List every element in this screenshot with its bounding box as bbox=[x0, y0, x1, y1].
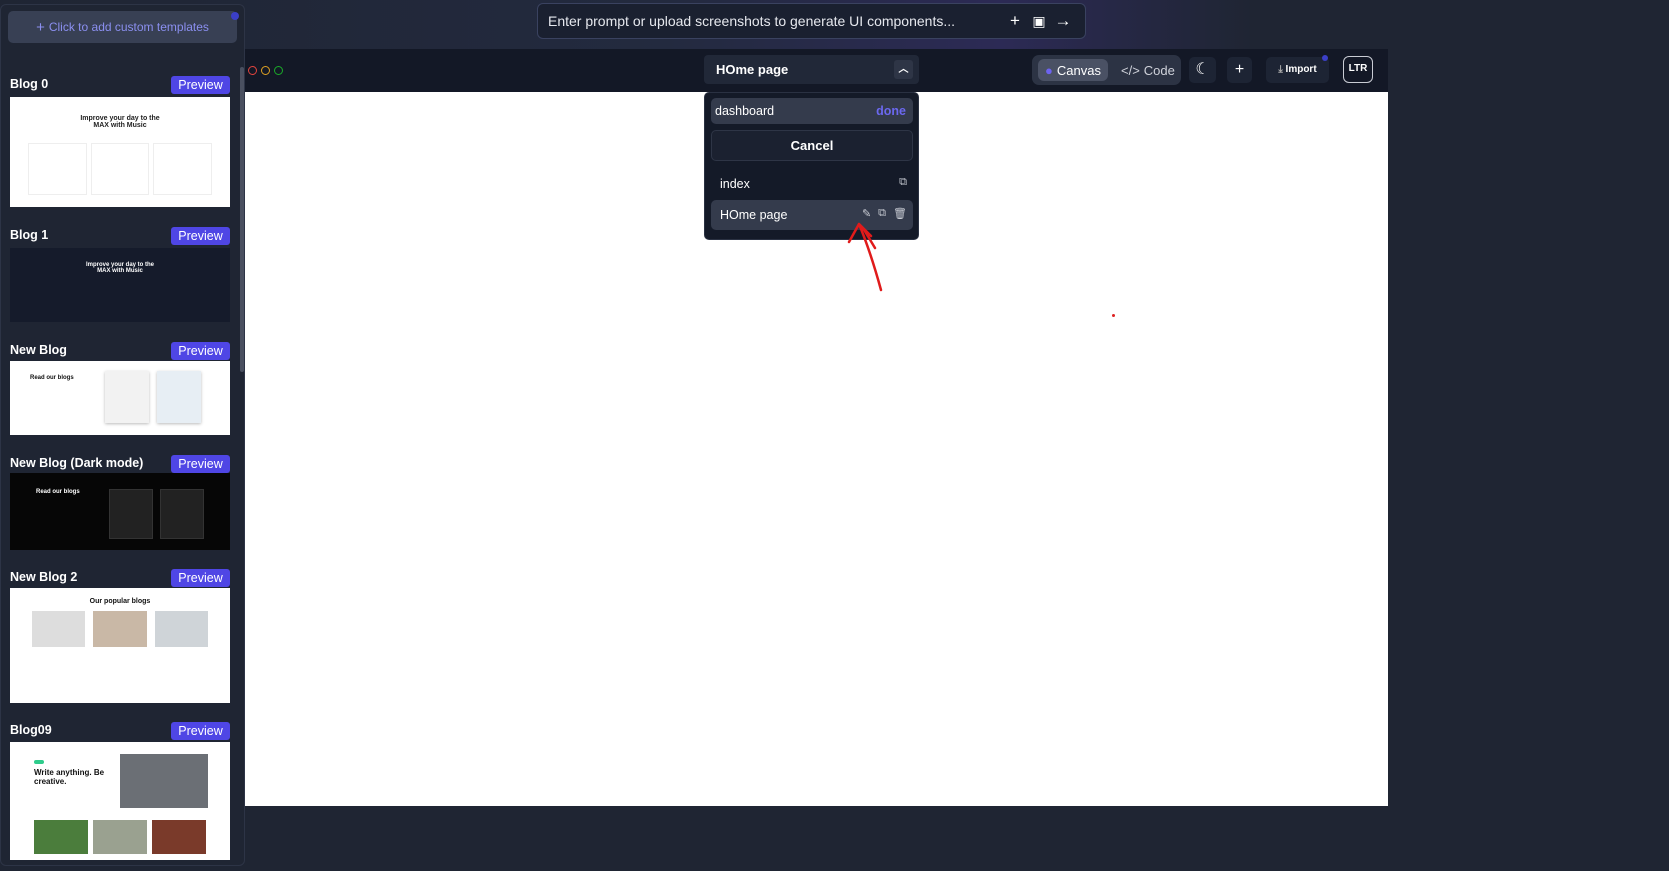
rename-page-input[interactable]: dashboard done bbox=[711, 98, 913, 124]
preview-button[interactable]: Preview bbox=[171, 569, 230, 587]
page-name: HOme page bbox=[720, 208, 788, 222]
window-minimize-dot bbox=[261, 66, 270, 75]
thumb-heading: Our popular blogs bbox=[89, 598, 151, 605]
arrow-right-icon[interactable]: → bbox=[1051, 11, 1075, 31]
prompt-placeholder: Enter prompt or upload screenshots to ge… bbox=[548, 13, 956, 29]
template-title: New Blog 2 bbox=[10, 570, 78, 584]
import-label: Import bbox=[1285, 64, 1317, 75]
plus-icon: + bbox=[1234, 61, 1245, 78]
canvas-tab[interactable]: ● Canvas bbox=[1038, 59, 1108, 81]
template-title: Blog 0 bbox=[10, 77, 49, 91]
template-title: Blog 1 bbox=[10, 228, 49, 242]
add-templates-label: Click to add custom templates bbox=[48, 20, 209, 34]
direction-toggle[interactable]: LTR bbox=[1343, 56, 1373, 83]
thumb-heading: Improve your day to the MAX with Music bbox=[85, 262, 154, 274]
template-sidebar: + Click to add custom templates Blog 0 P… bbox=[0, 4, 245, 866]
plus-icon[interactable]: + bbox=[1003, 11, 1027, 31]
prompt-input[interactable]: Enter prompt or upload screenshots to ge… bbox=[537, 3, 1086, 39]
template-thumbnail[interactable]: Write anything. Be creative. bbox=[10, 742, 230, 860]
page-selector-label: HOme page bbox=[716, 62, 789, 77]
template-title: New Blog bbox=[10, 343, 67, 357]
add-custom-templates-button[interactable]: + Click to add custom templates bbox=[8, 11, 239, 43]
template-title: New Blog (Dark mode) bbox=[10, 456, 144, 470]
sidebar-scrollbar[interactable] bbox=[240, 67, 244, 372]
thumb-heading: Read our blogs bbox=[36, 489, 80, 495]
window-maximize-dot bbox=[274, 66, 283, 75]
view-toggle: ● Canvas </> Code bbox=[1032, 55, 1181, 85]
page-item-index[interactable]: index ⧉ bbox=[711, 169, 913, 199]
cancel-button[interactable]: Cancel bbox=[711, 130, 913, 161]
template-thumbnail[interactable]: Improve your day to the MAX with Music bbox=[10, 97, 230, 207]
code-tab[interactable]: </> Code bbox=[1114, 59, 1182, 81]
download-icon: ⤓ bbox=[1278, 64, 1283, 75]
code-label: Code bbox=[1143, 62, 1175, 78]
notification-dot bbox=[231, 12, 239, 20]
thumb-heading: Improve your day to the MAX with Music bbox=[80, 115, 160, 129]
template-thumbnail[interactable]: Improve your day to the MAX with Music bbox=[10, 248, 230, 322]
notification-dot bbox=[1322, 55, 1328, 61]
palette-icon: ● bbox=[1045, 62, 1053, 78]
image-upload-icon[interactable]: ▣ bbox=[1027, 13, 1051, 30]
thumb-heading: Read our blogs bbox=[30, 375, 74, 381]
preview-button[interactable]: Preview bbox=[171, 455, 230, 473]
plus-icon: + bbox=[36, 18, 45, 36]
chevron-up-icon[interactable]: ︿ bbox=[894, 60, 913, 79]
dark-mode-toggle[interactable]: ☾ bbox=[1189, 57, 1216, 83]
window-close-dot bbox=[248, 66, 257, 75]
code-icon: </> bbox=[1121, 62, 1140, 78]
moon-icon: ☾ bbox=[1195, 61, 1210, 78]
copy-icon[interactable]: ⧉ bbox=[899, 176, 907, 189]
template-thumbnail[interactable]: Read our blogs bbox=[10, 473, 230, 550]
preview-button[interactable]: Preview bbox=[171, 227, 230, 245]
done-button[interactable]: done bbox=[876, 104, 906, 118]
red-dot-marker bbox=[1112, 314, 1115, 317]
rename-value[interactable]: dashboard bbox=[715, 104, 876, 118]
preview-button[interactable]: Preview bbox=[171, 722, 230, 740]
red-arrow-annotation bbox=[847, 222, 883, 292]
template-thumbnail[interactable]: Read our blogs bbox=[10, 361, 230, 435]
page-selector[interactable]: HOme page ︿ bbox=[704, 55, 919, 84]
import-button[interactable]: ⤓ Import bbox=[1266, 55, 1329, 83]
page-name: index bbox=[720, 177, 750, 191]
preview-button[interactable]: Preview bbox=[171, 76, 230, 94]
template-thumbnail[interactable]: Our popular blogs bbox=[10, 588, 230, 703]
template-title: Blog09 bbox=[10, 723, 52, 737]
canvas-label: Canvas bbox=[1056, 62, 1101, 78]
thumb-heading: Write anything. Be creative. bbox=[34, 768, 105, 786]
preview-button[interactable]: Preview bbox=[171, 342, 230, 360]
trash-icon[interactable]: 🗑 bbox=[893, 207, 907, 220]
add-button[interactable]: + bbox=[1227, 57, 1252, 83]
